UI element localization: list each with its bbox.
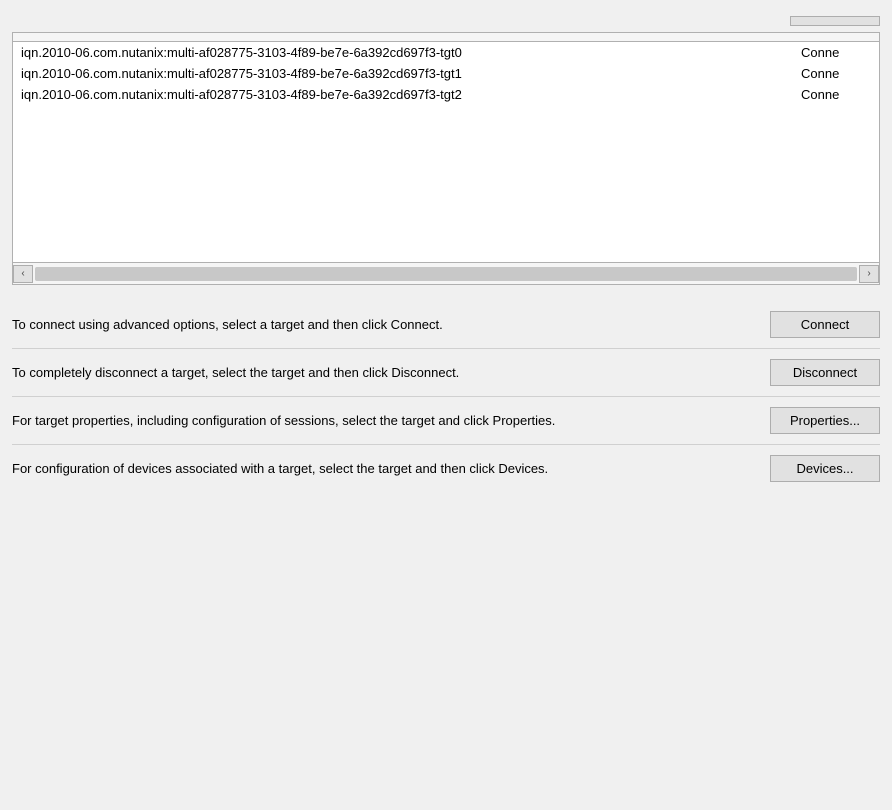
top-bar (12, 16, 880, 26)
refresh-button[interactable] (790, 16, 880, 26)
action-description: To connect using advanced options, selec… (12, 315, 744, 335)
action-row: For configuration of devices associated … (12, 445, 880, 492)
action-description: For configuration of devices associated … (12, 459, 744, 479)
row-name: iqn.2010-06.com.nutanix:multi-af028775-3… (21, 66, 801, 81)
action-description: For target properties, including configu… (12, 411, 744, 431)
action-btn-wrap: Disconnect (760, 359, 880, 386)
scroll-right-arrow[interactable]: › (859, 265, 879, 283)
table-row[interactable]: iqn.2010-06.com.nutanix:multi-af028775-3… (13, 84, 879, 105)
action-row: To completely disconnect a target, selec… (12, 349, 880, 396)
scroll-left-arrow[interactable]: ‹ (13, 265, 33, 283)
row-name: iqn.2010-06.com.nutanix:multi-af028775-3… (21, 87, 801, 102)
action-btn-wrap: Properties... (760, 407, 880, 434)
action-row: To connect using advanced options, selec… (12, 301, 880, 348)
action-btn-wrap: Connect (760, 311, 880, 338)
targets-table-panel: iqn.2010-06.com.nutanix:multi-af028775-3… (12, 32, 880, 285)
main-container: iqn.2010-06.com.nutanix:multi-af028775-3… (0, 0, 892, 810)
action-btn-disconnect[interactable]: Disconnect (770, 359, 880, 386)
action-btn-properties---[interactable]: Properties... (770, 407, 880, 434)
action-row: For target properties, including configu… (12, 397, 880, 444)
row-status: Conne (801, 87, 871, 102)
table-body: iqn.2010-06.com.nutanix:multi-af028775-3… (13, 42, 879, 262)
row-name: iqn.2010-06.com.nutanix:multi-af028775-3… (21, 45, 801, 60)
action-btn-devices---[interactable]: Devices... (770, 455, 880, 482)
table-row[interactable]: iqn.2010-06.com.nutanix:multi-af028775-3… (13, 42, 879, 63)
table-row[interactable]: iqn.2010-06.com.nutanix:multi-af028775-3… (13, 63, 879, 84)
action-description: To completely disconnect a target, selec… (12, 363, 744, 383)
actions-section: To connect using advanced options, selec… (12, 301, 880, 492)
row-status: Conne (801, 66, 871, 81)
scroll-track[interactable] (35, 267, 857, 281)
action-btn-connect[interactable]: Connect (770, 311, 880, 338)
row-status: Conne (801, 45, 871, 60)
table-header (13, 33, 879, 42)
action-btn-wrap: Devices... (760, 455, 880, 482)
horizontal-scrollbar: ‹ › (13, 262, 879, 284)
